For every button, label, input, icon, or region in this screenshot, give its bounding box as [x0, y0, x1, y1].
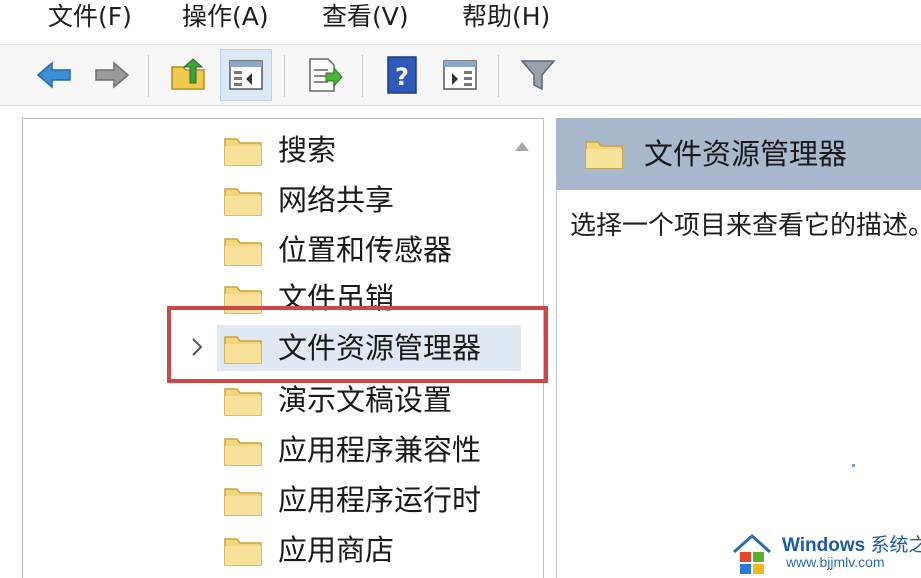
- tree-item-label: 位置和传感器: [278, 233, 453, 267]
- menu-file[interactable]: 文件(F): [48, 0, 132, 38]
- watermark-brand-name: Windows: [782, 535, 866, 556]
- watermark-brand-suffix: 系统之家: [870, 535, 921, 556]
- tree-item-label: 搜索: [278, 133, 337, 167]
- tree-item[interactable]: 应用程序兼容性: [23, 425, 543, 475]
- annotation-highlight-box: [167, 306, 548, 383]
- tree-item[interactable]: 搜索: [23, 125, 543, 175]
- menu-action[interactable]: 操作(A): [182, 0, 269, 38]
- filter-icon[interactable]: [518, 55, 558, 95]
- tree-item[interactable]: 位置和传感器: [23, 225, 543, 275]
- help-icon[interactable]: ?: [382, 55, 422, 95]
- tree-item-label: 应用程序运行时: [278, 483, 482, 517]
- menu-bar: 文件(F) 操作(A) 查看(V) 帮助(H): [0, 0, 921, 40]
- show-hide-action-pane-icon[interactable]: [440, 55, 480, 95]
- tree-item[interactable]: 应用商店: [23, 525, 543, 575]
- tree-item-label: 应用程序兼容性: [278, 433, 482, 467]
- tree-item-label: 应用商店: [278, 533, 395, 567]
- toolbar-separator: [148, 55, 149, 97]
- details-header: 文件资源管理器: [556, 118, 921, 190]
- svg-text:?: ?: [395, 63, 409, 91]
- folder-icon: [224, 438, 262, 466]
- folder-icon: [224, 138, 262, 166]
- folder-icon: [585, 141, 623, 169]
- tree-item-label: 网络共享: [278, 183, 395, 217]
- watermark-url: www.bjjmlv.com: [786, 554, 885, 570]
- menu-help[interactable]: 帮助(H): [462, 0, 550, 38]
- toolbar-separator: [362, 55, 363, 97]
- menu-view[interactable]: 查看(V): [322, 0, 409, 38]
- export-list-icon[interactable]: [304, 55, 344, 95]
- folder-icon: [224, 488, 262, 516]
- details-description: 选择一个项目来查看它的描述。: [570, 211, 921, 241]
- windows-logo-icon: [733, 533, 771, 574]
- folder-icon: [224, 188, 262, 216]
- forward-arrow-icon[interactable]: [92, 55, 132, 95]
- toolbar-separator: [498, 55, 499, 97]
- show-hide-tree-icon[interactable]: [226, 55, 266, 95]
- tree-item[interactable]: 网络共享: [23, 175, 543, 225]
- details-title: 文件资源管理器: [644, 137, 848, 171]
- toolbar-separator: [284, 55, 285, 97]
- watermark: Windows 系统之家 www.bjjmlv.com: [730, 528, 921, 578]
- up-folder-icon[interactable]: [168, 55, 208, 95]
- tree-item-label: 演示文稿设置: [278, 383, 453, 417]
- artifact-dot: [852, 464, 855, 467]
- watermark-brand: Windows 系统之家: [782, 530, 921, 557]
- folder-icon: [224, 538, 262, 566]
- folder-icon: [224, 238, 262, 266]
- toolbar: ?: [0, 44, 921, 106]
- tree-item[interactable]: 应用程序运行时: [23, 475, 543, 525]
- folder-icon: [224, 388, 262, 416]
- back-arrow-icon[interactable]: [34, 55, 74, 95]
